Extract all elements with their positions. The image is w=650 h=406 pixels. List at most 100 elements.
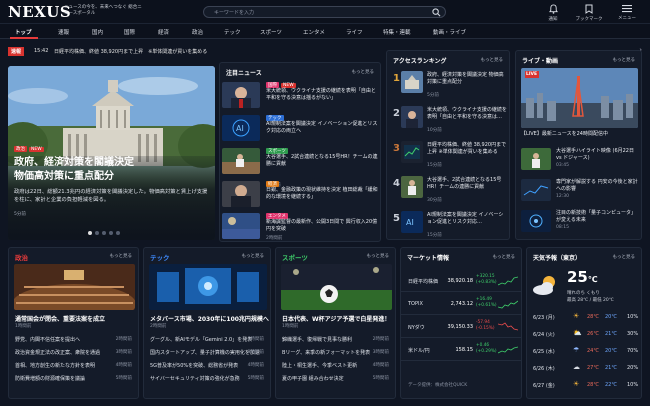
more-link[interactable]: もっと見る <box>493 254 516 260</box>
more-link[interactable]: もっと見る <box>352 69 375 75</box>
sparkline <box>498 322 518 331</box>
menu-label: メニュー <box>618 16 636 21</box>
more-link[interactable]: もっと見る <box>110 253 133 259</box>
sports-list-item[interactable]: 陸上・桐生選手、今季ベスト更新 <box>282 362 357 369</box>
tech-list-item[interactable]: グーグル、新AIモデル「Gemini 2.0」を発表 <box>150 336 252 343</box>
nav-features[interactable]: 特集・連載 <box>383 28 411 36</box>
news-item[interactable]: スポーツ 大谷選手、2試合連続となる15号HR！チームの連勝に貢献 <box>220 146 380 176</box>
news-item[interactable]: 国際 NEW 米大統領、ウクライナ支援の継続を表明「自由と平和を守る決意は揺るがな… <box>220 80 380 110</box>
weather-desc: 晴れのち くもり <box>567 291 600 296</box>
live-video-thumbnail[interactable] <box>521 68 638 128</box>
news-item[interactable]: エンタメ 新海誠監督の最新作、公開3日間で 興行収入20億円を突破 <box>220 211 380 241</box>
more-link[interactable]: もっと見る <box>613 57 636 63</box>
list-time: 5時間前 <box>115 376 132 381</box>
sports-list-item[interactable]: 夏の甲子園 組み合わせ決定 <box>282 375 344 382</box>
forecast-hi: 27℃ <box>587 365 599 371</box>
carousel-dots[interactable] <box>88 230 123 237</box>
tech-list-item[interactable]: サイバーセキュリティ対策の強化が急務 <box>150 375 240 382</box>
market-source: データ提供：株式会社QUICK <box>408 383 468 388</box>
video-title: 注目の新技術「量子コンピュータ」が変える未来 <box>556 210 637 223</box>
market-row[interactable]: 米ドル/円 158.15 +0.46 (+0.29%) <box>401 339 521 361</box>
sports-list-item[interactable]: Bリーグ、来季の新フォーマットを発表 <box>282 349 370 356</box>
panel-title: マーケット情報 <box>407 255 450 262</box>
ticker-text[interactable]: 日経平均株価、終値 38,920円まで上昇 ※単体関連が買いを集める <box>54 48 207 55</box>
ranking-item[interactable]: 4 大谷選手、2試合連続となる15号HR！チームの連勝に貢献 30分前 <box>387 173 509 207</box>
video-item[interactable]: 専門家が解説する 円安の今後と家計への影響 12:30 <box>516 176 641 206</box>
main-nav: トップ 速報 国内 国際 経済 政治 テック スポーツ エンタメ ライフ 特集・… <box>0 24 650 39</box>
more-link[interactable]: もっと見る <box>613 254 636 260</box>
politics-lead-title[interactable]: 通常国会が閉会、重要法案を成立 <box>15 314 105 323</box>
tech-list-item[interactable]: 国内スタートアップ、量子計算機の実用化を加速 <box>150 349 260 356</box>
site-header: NEXUS ニュースの今を、未来へつなぐ 総合ニュースポータル キーワードを入力… <box>0 0 650 24</box>
ranking-title: 日経平均株価、終値 38,920円まで上昇 ※単体関連が買いを集める <box>427 142 507 155</box>
forecast-row: 6/25 (水) ☂ 24℃ 20℃ 70% <box>533 346 641 355</box>
nav-breaking[interactable]: 速報 <box>58 28 69 36</box>
tech-list-item[interactable]: 5G普及率が50%を突破、総務省が発表 <box>150 362 238 369</box>
ranking-item[interactable]: 2 米大統領、ウクライナ支援の継続を表明「自由と平和を守る決意は… 10分前 <box>387 103 509 137</box>
politics-list-item[interactable]: 防衛費増額の財源確保策を議論 <box>15 375 85 382</box>
carousel-dot[interactable] <box>109 231 113 235</box>
news-item[interactable]: AI テック AI規制法案を閣議決定 イノベーション促進とリスク対応の両立へ <box>220 113 380 143</box>
nav-video-live[interactable]: 動画・ライブ <box>433 28 466 36</box>
nav-entertainment[interactable]: エンタメ <box>303 28 325 36</box>
video-item[interactable]: 大谷選手ハイライト映像 (6月22日 vs ドジャース) 03:45 <box>516 145 641 175</box>
sports-image[interactable] <box>281 264 392 310</box>
sports-list-item[interactable]: 錦織選手、復帰戦で見事な勝利 <box>282 336 352 343</box>
carousel-dot[interactable] <box>116 231 120 235</box>
market-row[interactable]: NYダウ 39,150.33 -57.94 (-0.15%) <box>401 316 521 338</box>
more-link[interactable]: もっと見る <box>367 253 390 259</box>
search-input[interactable]: キーワードを入力 <box>203 6 446 18</box>
market-name: NYダウ <box>408 325 425 331</box>
site-logo[interactable]: NEXUS <box>8 3 71 21</box>
sports-lead-title[interactable]: 日本代表、W杯アジア予選で白星発進！ <box>282 314 390 323</box>
carousel-dot[interactable] <box>95 231 99 235</box>
nav-politics[interactable]: 政治 <box>192 28 203 36</box>
nav-international[interactable]: 国際 <box>124 28 135 36</box>
menu-button[interactable]: メニュー <box>612 4 642 21</box>
ranking-panel: アクセスランキング もっと見る 1 政府、経済対策を閣議決定 物価高対策に重点配… <box>386 50 510 240</box>
notification-button[interactable]: 通知 <box>538 4 568 22</box>
list-time: 5時間前 <box>372 376 389 381</box>
carousel-dot[interactable] <box>88 231 92 235</box>
panel-title: ライブ・動画 <box>522 58 559 65</box>
market-value: 158.15 <box>455 347 474 353</box>
more-link[interactable]: もっと見る <box>481 57 504 63</box>
tech-lead-title[interactable]: メタバース市場、2030年に100兆円規模へ <box>150 314 269 323</box>
bookmark-button[interactable]: ブックマーク <box>574 4 604 22</box>
more-link[interactable]: もっと見る <box>242 253 265 259</box>
panel-title: 天気予報（東京） <box>533 255 582 262</box>
carousel-dot[interactable] <box>102 231 106 235</box>
hero-title[interactable]: 政府、経済対策を閣議決定 物価高対策に重点配分 <box>14 156 134 184</box>
nav-economy[interactable]: 経済 <box>158 28 169 36</box>
new-badge: NEW <box>29 147 44 152</box>
search-icon[interactable] <box>432 8 441 17</box>
market-row[interactable]: 日経平均株価 38,920.18 +320.15 (+0.83%) <box>401 270 521 292</box>
nav-sports[interactable]: スポーツ <box>260 28 282 36</box>
live-main-title[interactable]: 【LIVE】最新ニュースを24時間配信中 <box>521 131 639 138</box>
tech-image[interactable] <box>149 264 267 310</box>
politics-list-item[interactable]: 政治資金規正法の改正案、衆院を通過 <box>15 349 100 356</box>
forecast-rain-pct: 70% <box>627 348 639 354</box>
ranking-item[interactable]: 1 政府、経済対策を閣議決定 物価高対策に重点配分 5分前 <box>387 68 509 102</box>
nav-tech[interactable]: テック <box>224 28 241 36</box>
video-item[interactable]: 注目の新技術「量子コンピュータ」が変える未来 08:15 <box>516 207 641 237</box>
panel-title: テック <box>150 254 170 262</box>
hero-article[interactable]: 政治 NEW 政府、経済対策を閣議決定 物価高対策に重点配分 政府は22日、総額2… <box>8 66 215 240</box>
market-change: +320.15 (+0.83%) <box>476 274 497 286</box>
rank-number: 2 <box>393 108 400 119</box>
politics-image[interactable] <box>14 264 135 310</box>
politics-list-item[interactable]: 野党、内閣不信任案を提出へ <box>15 336 80 343</box>
nav-top[interactable]: トップ <box>15 28 32 36</box>
politics-list-item[interactable]: 首相、地方創生の新たな方針を表明 <box>15 362 95 369</box>
news-item[interactable]: 経済 日銀、金融政策の現状維持を決定 植田総裁「緩和的な環境を継続する」 <box>220 179 380 209</box>
nav-life[interactable]: ライフ <box>346 28 363 36</box>
forecast-day: 6/24 (火) <box>533 332 555 338</box>
ranking-item[interactable]: 3 日経平均株価、終値 38,920円まで上昇 ※単体関連が買いを集める 15分… <box>387 138 509 172</box>
bell-icon <box>548 4 558 14</box>
forecast-row: 6/24 (火) ⛅ 26℃ 21℃ 30% <box>533 329 641 338</box>
forecast-lo: 20℃ <box>605 348 617 354</box>
nav-domestic[interactable]: 国内 <box>92 28 103 36</box>
forecast-hi: 28℃ <box>587 314 599 320</box>
market-row[interactable]: TOPIX 2,743.12 +16.49 (+0.61%) <box>401 293 521 315</box>
ranking-item[interactable]: 5 AI AI規制法案を閣議決定 イノベーション促進とリスク対応… 15分前 <box>387 208 509 239</box>
